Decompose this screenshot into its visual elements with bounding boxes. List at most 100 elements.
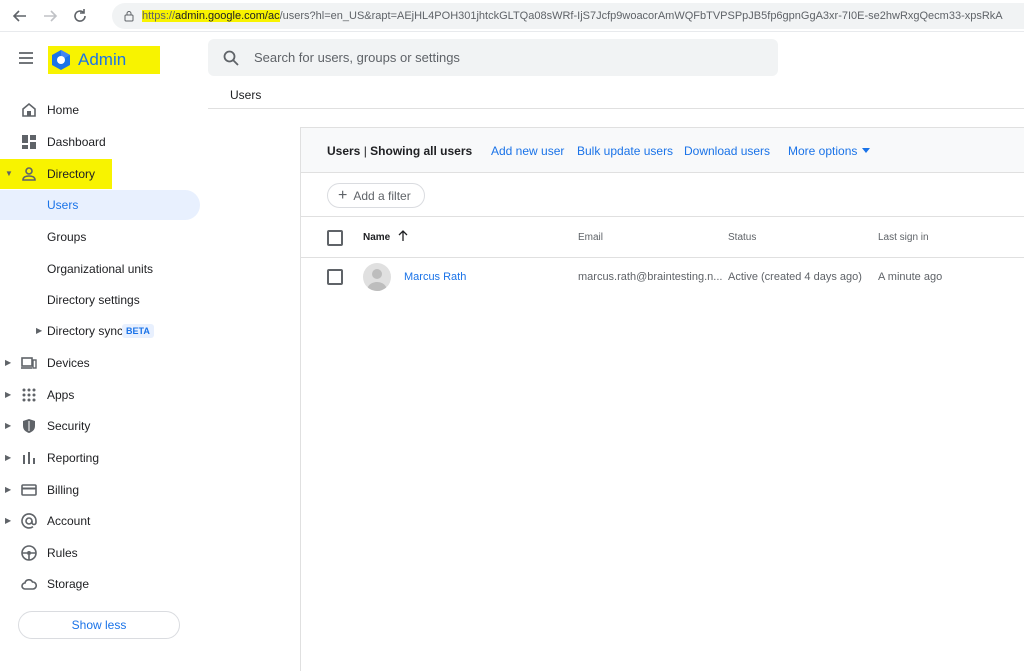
show-less-button[interactable]: Show less [18, 611, 180, 639]
caret-down-icon: ▼ [5, 169, 13, 178]
sidebar-item-label: Organizational units [47, 262, 154, 276]
url-text: https://admin.google.com/ac/users?hl=en_… [142, 10, 1003, 22]
caret-right-icon: ▶ [5, 485, 12, 494]
sidebar-item-directory-sync[interactable]: ▶ Directory sync BETA [0, 316, 200, 346]
caret-right-icon: ▶ [5, 421, 12, 430]
users-title: Users | Showing all users [327, 144, 473, 158]
lock-icon[interactable] [116, 3, 142, 29]
more-options-button[interactable]: More options [788, 144, 857, 158]
column-header-last-sign-in[interactable]: Last sign in [878, 232, 929, 243]
caret-right-icon: ▶ [5, 453, 12, 462]
sidebar-item-apps[interactable]: ▶ Apps [0, 380, 200, 410]
user-status: Active (created 4 days ago) [728, 271, 862, 283]
user-name-link[interactable]: Marcus Rath [404, 271, 466, 283]
user-last-sign-in: A minute ago [878, 271, 943, 283]
reload-icon[interactable] [65, 1, 95, 31]
sidebar-item-billing[interactable]: ▶ Billing [0, 475, 200, 505]
at-sign-icon [21, 513, 37, 529]
sidebar-item-label: Storage [47, 577, 90, 591]
hamburger-menu-icon[interactable] [17, 50, 35, 66]
column-header-name[interactable]: Name [363, 232, 390, 243]
sidebar-item-label: Directory settings [47, 293, 140, 307]
breadcrumb-users[interactable]: Users [230, 88, 261, 102]
sidebar-item-label: Rules [47, 546, 78, 560]
sidebar-item-label: Groups [47, 230, 87, 244]
column-header-status[interactable]: Status [728, 232, 756, 243]
users-toolbar: Users | Showing all users Add new user B… [301, 128, 1024, 173]
sidebar-item-account[interactable]: ▶ Account [0, 506, 200, 536]
admin-logo[interactable]: Admin [48, 46, 160, 74]
user-email: marcus.rath@braintesting.n... [578, 271, 723, 283]
caret-right-icon: ▶ [5, 358, 12, 367]
sidebar-item-label: Dashboard [47, 135, 106, 149]
admin-logo-icon [52, 50, 70, 70]
sidebar-item-storage[interactable]: Storage [0, 569, 200, 599]
download-users-button[interactable]: Download users [684, 144, 770, 158]
table-header: Name Email Status Last sign in [301, 218, 1024, 258]
row-checkbox[interactable] [327, 269, 343, 285]
sidebar-item-label: Users [47, 198, 79, 212]
table-row[interactable]: Marcus Rath marcus.rath@braintesting.n..… [301, 259, 1024, 295]
sidebar-item-reporting[interactable]: ▶ Reporting [0, 443, 200, 473]
forward-arrow-icon[interactable] [35, 1, 65, 31]
sidebar-item-users[interactable]: Users [0, 190, 200, 220]
sidebar-item-rules[interactable]: Rules [0, 538, 200, 568]
url-path: /users?hl=en_US&rapt=AEjHL4POH301jhtckGL… [279, 10, 1003, 22]
caret-right-icon: ▶ [5, 516, 12, 525]
sidebar-item-devices[interactable]: ▶ Devices [0, 348, 200, 378]
select-all-checkbox[interactable] [327, 230, 343, 246]
beta-badge: BETA [122, 324, 154, 338]
back-arrow-icon[interactable] [5, 1, 35, 31]
users-card: Users | Showing all users Add new user B… [300, 127, 1024, 671]
sidebar-item-directory-settings[interactable]: Directory settings [0, 285, 200, 315]
bar-chart-icon [23, 452, 35, 464]
steering-icon [21, 545, 37, 561]
sidebar-item-label: Reporting [47, 451, 100, 465]
caret-right-icon: ▶ [36, 326, 43, 335]
avatar [363, 263, 391, 291]
apps-grid-icon [22, 388, 36, 402]
sidebar-item-security[interactable]: ▶ Security [0, 411, 200, 441]
sidebar-item-directory[interactable]: ▼ Directory [0, 159, 112, 189]
browser-toolbar: https://admin.google.com/ac/users?hl=en_… [0, 0, 1024, 32]
sidebar-item-label: Devices [47, 356, 90, 370]
users-heading: Users [327, 144, 361, 158]
sidebar-item-home[interactable]: Home [0, 95, 200, 125]
app-name: Admin [78, 50, 127, 69]
column-header-email[interactable]: Email [578, 232, 603, 243]
devices-icon [21, 357, 37, 369]
add-new-user-button[interactable]: Add new user [491, 144, 564, 158]
dropdown-arrow-icon[interactable] [862, 148, 870, 153]
filter-bar: + Add a filter [301, 173, 1024, 217]
search-icon [223, 50, 239, 66]
credit-card-icon [21, 484, 37, 496]
sidebar-item-label: Directory [47, 167, 96, 181]
add-filter-button[interactable]: + Add a filter [327, 183, 425, 208]
sidebar-item-label: Apps [47, 388, 75, 402]
caret-right-icon: ▶ [5, 390, 12, 399]
sidebar-item-label: Account [47, 514, 91, 528]
sidebar-item-label: Security [47, 419, 91, 433]
bulk-update-users-button[interactable]: Bulk update users [577, 144, 673, 158]
sort-ascending-icon[interactable] [397, 230, 409, 242]
sidebar-item-label: Directory sync [47, 324, 124, 338]
dashboard-icon [22, 135, 36, 149]
url-scheme: https:// [142, 10, 176, 22]
person-icon [22, 167, 36, 181]
add-filter-label: Add a filter [353, 188, 411, 203]
users-subtitle: Showing all users [370, 144, 473, 158]
sidebar-item-groups[interactable]: Groups [0, 222, 200, 252]
url-host: admin.google.com/ac [175, 10, 280, 22]
shield-icon [23, 419, 35, 433]
sidebar-item-label: Home [47, 103, 80, 117]
home-icon [22, 102, 36, 117]
search-input[interactable]: Search for users, groups or settings [254, 50, 460, 65]
sidebar-item-dashboard[interactable]: Dashboard [0, 127, 200, 157]
sidebar-item-label: Billing [47, 483, 80, 497]
breadcrumb: Users [208, 84, 1024, 109]
address-bar[interactable]: https://admin.google.com/ac/users?hl=en_… [112, 3, 1024, 29]
cloud-icon [21, 579, 38, 590]
sidebar-item-organizational-units[interactable]: Organizational units [0, 254, 200, 284]
plus-icon: + [338, 186, 348, 204]
search-box[interactable]: Search for users, groups or settings [208, 39, 778, 76]
